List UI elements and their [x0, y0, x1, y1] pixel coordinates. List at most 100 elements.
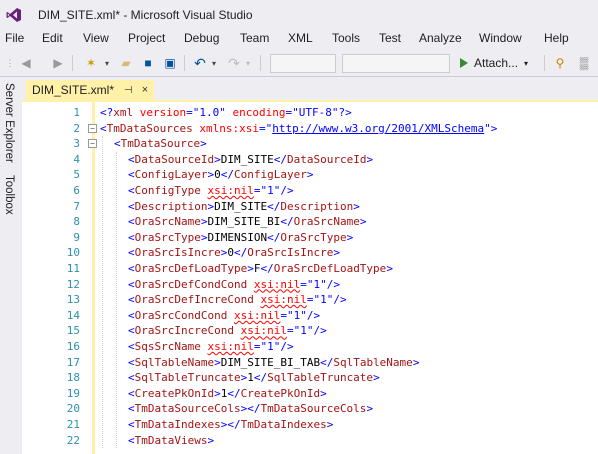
line-number: 16	[66, 340, 80, 353]
code-line[interactable]: 5 <ConfigLayer>0</ConfigLayer>	[22, 167, 598, 183]
standard-toolbar: ⋮ ◀ ▶ ✶ ▾ ▰ ■ ▣ ↶ ▾ ↷ ▾ Attach... ▾ ⚲ ▒	[0, 50, 598, 77]
line-number: 12	[66, 277, 80, 291]
toolbar-separator	[72, 55, 73, 71]
code-text: <TmDataSourceCols></TmDataSourceCols>	[128, 402, 374, 416]
line-number: 19	[66, 386, 80, 400]
code-text: <SqsSrcName xsi:nil="1"/>	[128, 340, 294, 353]
menu-view[interactable]: View	[83, 31, 109, 45]
line-number: 21	[66, 418, 80, 431]
attach-dropdown-icon[interactable]: ▾	[524, 59, 528, 68]
menu-help[interactable]: Help	[544, 31, 569, 45]
code-line[interactable]: 7 <Description>DIM_SITE</Description>	[22, 199, 598, 215]
code-line[interactable]: 21 <TmDataIndexes></TmDataIndexes>	[22, 417, 598, 433]
code-text: <OraSrcDefCondCond xsi:nil="1"/>	[128, 277, 340, 291]
menu-xml[interactable]: XML	[288, 31, 313, 45]
open-folder-icon[interactable]: ▰	[118, 54, 134, 72]
line-number: 11	[66, 262, 80, 275]
indent-guide	[116, 151, 117, 449]
menu-tools[interactable]: Tools	[332, 31, 360, 45]
menu-test[interactable]: Test	[379, 31, 401, 45]
code-line[interactable]: 2− <TmDataSources xmlns:xsi="http://www.w…	[22, 121, 598, 137]
code-line[interactable]: 14 <OraSrcCondCond xsi:nil="1"/>	[22, 308, 598, 324]
menu-analyze[interactable]: Analyze	[419, 31, 462, 45]
code-line[interactable]: 11 <OraSrcDefLoadType>F</OraSrcDefLoadTyp…	[22, 261, 598, 277]
menu-file[interactable]: File	[5, 31, 24, 45]
code-line[interactable]: 22 <TmDataViews>	[22, 433, 598, 449]
solution-platform-combo[interactable]	[342, 54, 450, 73]
code-line[interactable]: 15 <OraSrcIncreCond xsi:nil="1"/>	[22, 323, 598, 339]
menu-team[interactable]: Team	[240, 31, 269, 45]
code-line[interactable]: 16 <SqsSrcName xsi:nil="1"/>	[22, 339, 598, 355]
code-text: <OraSrcDefIncreCond xsi:nil="1"/>	[128, 293, 347, 307]
code-text: <TmDataViews>	[128, 433, 215, 447]
undo-icon[interactable]: ↶	[192, 54, 208, 72]
attach-label: Attach...	[474, 56, 519, 70]
menu-debug[interactable]: Debug	[184, 31, 219, 45]
code-line[interactable]: 3− <TmDataSource>	[22, 136, 598, 152]
pin-icon[interactable]: ⊣	[124, 85, 133, 96]
close-icon[interactable]: ×	[142, 84, 148, 96]
code-line[interactable]: 1 <?xml version="1.0" encoding="UTF-8"?>	[22, 105, 598, 121]
line-number: 22	[66, 433, 80, 447]
navigate-back-icon[interactable]: ◀	[18, 54, 34, 72]
menu-window[interactable]: Window	[479, 31, 522, 45]
code-text: <CreatePkOnId>1</CreatePkOnId>	[128, 386, 327, 400]
document-tab-strip: DIM_SITE.xml* ⊣ ×	[22, 77, 598, 102]
code-line[interactable]: 19 <CreatePkOnId>1</CreatePkOnId>	[22, 386, 598, 402]
code-text: <Description>DIM_SITE</Description>	[128, 199, 360, 213]
line-number: 2	[73, 121, 80, 135]
save-icon[interactable]: ■	[140, 54, 156, 72]
code-line[interactable]: 18 <SqlTableTruncate>1</SqlTableTruncate>	[22, 370, 598, 386]
line-number: 6	[73, 184, 80, 197]
undo-dropdown-icon[interactable]: ▾	[210, 54, 218, 72]
line-number: 10	[66, 246, 80, 260]
code-line[interactable]: 6 <ConfigType xsi:nil="1"/>	[22, 183, 598, 199]
line-number: 3	[73, 137, 80, 151]
side-panel: Server Explorer Toolbox	[0, 77, 22, 454]
code-text: <?xml version="1.0" encoding="UTF-8"?>	[100, 106, 352, 119]
attach-button[interactable]: Attach... ▾	[460, 54, 528, 72]
line-number: 7	[73, 199, 80, 213]
visual-studio-logo-icon	[6, 8, 21, 22]
toolbar-overflow-icon[interactable]: ▒	[576, 54, 592, 72]
code-line[interactable]: 20 <TmDataSourceCols></TmDataSourceCols>	[22, 401, 598, 417]
collapse-icon[interactable]: −	[88, 139, 97, 149]
line-number: 1	[73, 106, 80, 119]
code-line[interactable]: 10 <OraSrcIsIncre>0</OraSrcIsIncre>	[22, 245, 598, 261]
redo-dropdown-icon[interactable]: ▾	[244, 54, 252, 72]
document-tab[interactable]: DIM_SITE.xml* ⊣ ×	[26, 80, 155, 100]
line-number: 17	[66, 355, 80, 369]
code-line[interactable]: 17 <SqlTableName>DIM_SITE_BI_TAB</SqlTabl…	[22, 355, 598, 371]
code-line[interactable]: 13 <OraSrcDefIncreCond xsi:nil="1"/>	[22, 292, 598, 308]
code-text: <SqlTableTruncate>1</SqlTableTruncate>	[128, 371, 380, 385]
server-explorer-tab[interactable]: Server Explorer	[3, 83, 15, 163]
collapse-icon[interactable]: −	[88, 123, 97, 133]
menu-project[interactable]: Project	[128, 31, 165, 45]
code-line[interactable]: 8 <OraSrcName>DIM_SITE_BI</OraSrcName>	[22, 214, 598, 230]
save-all-icon[interactable]: ▣	[162, 54, 178, 72]
line-number: 15	[66, 324, 80, 338]
line-number: 14	[66, 308, 80, 322]
document-tab-label: DIM_SITE.xml*	[32, 83, 115, 97]
code-text: <TmDataSources xmlns:xsi="http://www.w3.…	[100, 121, 498, 135]
navigate-forward-icon[interactable]: ▶	[50, 54, 66, 72]
solution-configuration-combo[interactable]	[270, 54, 336, 73]
code-line[interactable]: 9 <OraSrcType>DIMENSION</OraSrcType>	[22, 230, 598, 246]
code-line[interactable]: 12 <OraSrcDefCondCond xsi:nil="1"/>	[22, 277, 598, 293]
code-editor[interactable]: 1 <?xml version="1.0" encoding="UTF-8"?> 2…	[22, 102, 598, 454]
redo-icon[interactable]: ↷	[226, 54, 242, 72]
play-icon	[460, 58, 468, 68]
line-number: 13	[66, 293, 80, 307]
code-text: <ConfigLayer>0</ConfigLayer>	[128, 168, 314, 182]
new-project-dropdown-icon[interactable]: ▾	[103, 54, 111, 72]
code-text: <TmDataSource>	[114, 137, 207, 151]
toolbox-tab[interactable]: Toolbox	[3, 175, 15, 215]
new-project-icon[interactable]: ✶	[82, 54, 100, 72]
code-line[interactable]: 4 <DataSourceId>DIM_SITE</DataSourceId>	[22, 152, 598, 168]
menu-edit[interactable]: Edit	[42, 31, 63, 45]
code-text: <TmDataIndexes></TmDataIndexes>	[128, 418, 334, 431]
code-text: <OraSrcIsIncre>0</OraSrcIsIncre>	[128, 246, 340, 260]
find-icon[interactable]: ⚲	[552, 54, 568, 72]
toolbar-grip-icon: ⋮	[5, 57, 15, 68]
line-number: 20	[66, 402, 80, 416]
